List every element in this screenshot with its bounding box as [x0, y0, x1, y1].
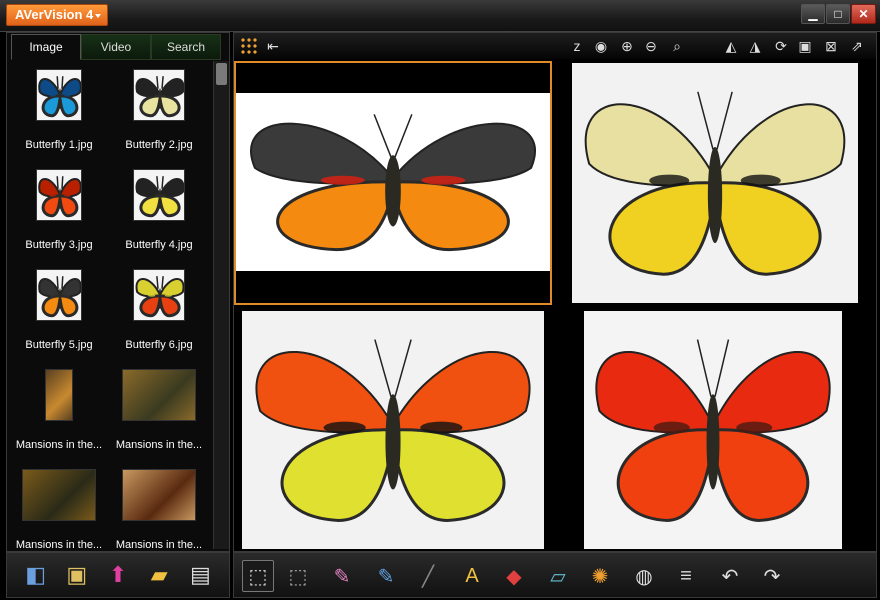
pen-icon[interactable]: ✎	[326, 560, 358, 592]
butterfly-image	[236, 93, 550, 276]
sleep-icon[interactable]: z	[568, 37, 586, 55]
flip-horizontal-icon[interactable]: ◭	[722, 37, 740, 55]
zoom-fit-icon[interactable]: ⌕	[668, 37, 686, 55]
thumbnail-item[interactable]: Mansions in the...	[9, 463, 109, 549]
pane-butterfly-1[interactable]	[234, 61, 552, 305]
tab-video[interactable]: Video	[81, 34, 151, 60]
image-search-icon[interactable]: ▣	[62, 560, 92, 590]
pane-butterfly-4[interactable]	[556, 309, 876, 551]
thumbnail-item[interactable]: Butterfly 2.jpg	[109, 63, 209, 163]
fit-screen-icon[interactable]: ▣	[796, 37, 814, 55]
zoom-in-icon[interactable]: ⊕	[618, 37, 636, 55]
compare-icon[interactable]: ◧	[21, 560, 51, 590]
export-icon[interactable]: ⇗	[848, 37, 866, 55]
maximize-button[interactable]: □	[826, 4, 850, 24]
pane-butterfly-3[interactable]	[234, 309, 552, 551]
tab-search[interactable]: Search	[151, 34, 221, 60]
app-menu-button[interactable]: AVerVision 4	[6, 4, 108, 26]
scrollbar-thumb[interactable]	[216, 63, 227, 85]
thumbnail-image	[133, 269, 185, 321]
title-bar: AVerVision 4 ▁ □ ✕	[0, 0, 880, 32]
highlighter-icon[interactable]: ✎	[370, 560, 402, 592]
thumbnail-image	[122, 369, 196, 421]
thumbnail-caption: Butterfly 5.jpg	[25, 339, 93, 351]
butterfly-image	[572, 63, 858, 305]
thumbnail-caption: Butterfly 3.jpg	[25, 239, 93, 251]
thumbnail-list: Butterfly 1.jpg Butterfly 2.jpg Butterfl…	[9, 63, 213, 549]
thumbnail-image	[36, 169, 82, 221]
close-pane-icon[interactable]: ⊠	[822, 37, 840, 55]
pane-butterfly-2[interactable]	[556, 61, 876, 305]
dropdown-caret-icon	[95, 14, 101, 18]
thumbnail-caption: Mansions in the...	[15, 439, 103, 451]
tab-image[interactable]: Image	[11, 34, 81, 60]
thumbnail-item[interactable]: Mansions in the...	[109, 363, 209, 463]
preview-icon[interactable]: ◉	[592, 37, 610, 55]
grid-view-icon[interactable]	[240, 37, 258, 55]
thumbnail-caption: Mansions in the...	[115, 439, 203, 451]
thumbnail-scrollbar[interactable]	[213, 61, 229, 549]
thumbnail-image	[122, 469, 196, 521]
text-icon[interactable]: A	[456, 560, 488, 592]
thumbnail-caption: Butterfly 1.jpg	[25, 139, 93, 151]
import-icon[interactable]: ⇤	[264, 37, 282, 55]
properties-icon[interactable]: ▤	[185, 560, 215, 590]
eraser-icon[interactable]: ▱	[542, 560, 574, 592]
select-tool-icon[interactable]: ⬚	[242, 560, 274, 592]
annotation-toolbar: ⬚ ⬚ ✎ ✎ ╱ A ◆ ▱ ✺ ◍ ≡ ↶ ↷	[233, 552, 877, 598]
thumbnail-item[interactable]: Butterfly 5.jpg	[9, 263, 109, 363]
thumbnail-item[interactable]: Butterfly 1.jpg	[9, 63, 109, 163]
thumbnail-caption: Butterfly 2.jpg	[125, 139, 193, 151]
redo-icon[interactable]: ↷	[756, 560, 788, 592]
window-controls: ▁ □ ✕	[801, 4, 876, 24]
display-toolbar: ⇤ z ◉ ⊕ ⊖ ⌕ ◭ ◮ ⟳ ▣ ⊠ ⇗	[234, 33, 876, 59]
thumbnail-caption: Butterfly 6.jpg	[125, 339, 193, 351]
thumbnail-item[interactable]: Mansions in the...	[109, 463, 209, 549]
library-panel: Image Video Search Butterfly 1.jpg Butte…	[6, 32, 230, 552]
clear-icon[interactable]: ✺	[584, 560, 616, 592]
thumbnail-caption: Butterfly 4.jpg	[125, 239, 193, 251]
thumbnail-item[interactable]: Mansions in the...	[9, 363, 109, 463]
display-area: ⇤ z ◉ ⊕ ⊖ ⌕ ◭ ◮ ⟳ ▣ ⊠ ⇗	[233, 32, 877, 552]
thumbnail-image	[36, 269, 82, 321]
library-toolbar: ◧ ▣ ⬆ ▰ ▤	[6, 552, 230, 598]
thumbnail-item[interactable]: Butterfly 3.jpg	[9, 163, 109, 263]
thumbnail-image	[22, 469, 96, 521]
thumbnail-image	[133, 69, 185, 121]
app-title: AVerVision 4	[15, 7, 94, 22]
area-select-icon[interactable]: ⬚	[282, 560, 314, 592]
zoom-out-icon[interactable]: ⊖	[642, 37, 660, 55]
library-tabs: Image Video Search	[11, 33, 221, 61]
line-icon[interactable]: ╱	[412, 560, 444, 592]
close-button[interactable]: ✕	[851, 4, 876, 24]
minimize-button[interactable]: ▁	[801, 4, 825, 24]
palette-icon[interactable]: ◍	[628, 560, 660, 592]
thumbnail-caption: Mansions in the...	[115, 539, 203, 549]
thumbnail-item[interactable]: Butterfly 4.jpg	[109, 163, 209, 263]
thumbnail-image	[45, 369, 73, 421]
butterfly-image	[584, 311, 842, 551]
upload-icon[interactable]: ⬆	[103, 560, 133, 590]
thumbnail-image	[36, 69, 82, 121]
undo-icon[interactable]: ↶	[714, 560, 746, 592]
rotate-icon[interactable]: ⟳	[772, 37, 790, 55]
thumbnail-caption: Mansions in the...	[15, 539, 103, 549]
butterfly-image	[242, 311, 544, 551]
shapes-icon[interactable]: ◆	[498, 560, 530, 592]
thumbnail-item[interactable]: Butterfly 6.jpg	[109, 263, 209, 363]
line-width-icon[interactable]: ≡	[670, 560, 702, 592]
flip-vertical-icon[interactable]: ◮	[746, 37, 764, 55]
new-folder-icon[interactable]: ▰	[144, 560, 174, 590]
thumbnail-image	[133, 169, 185, 221]
